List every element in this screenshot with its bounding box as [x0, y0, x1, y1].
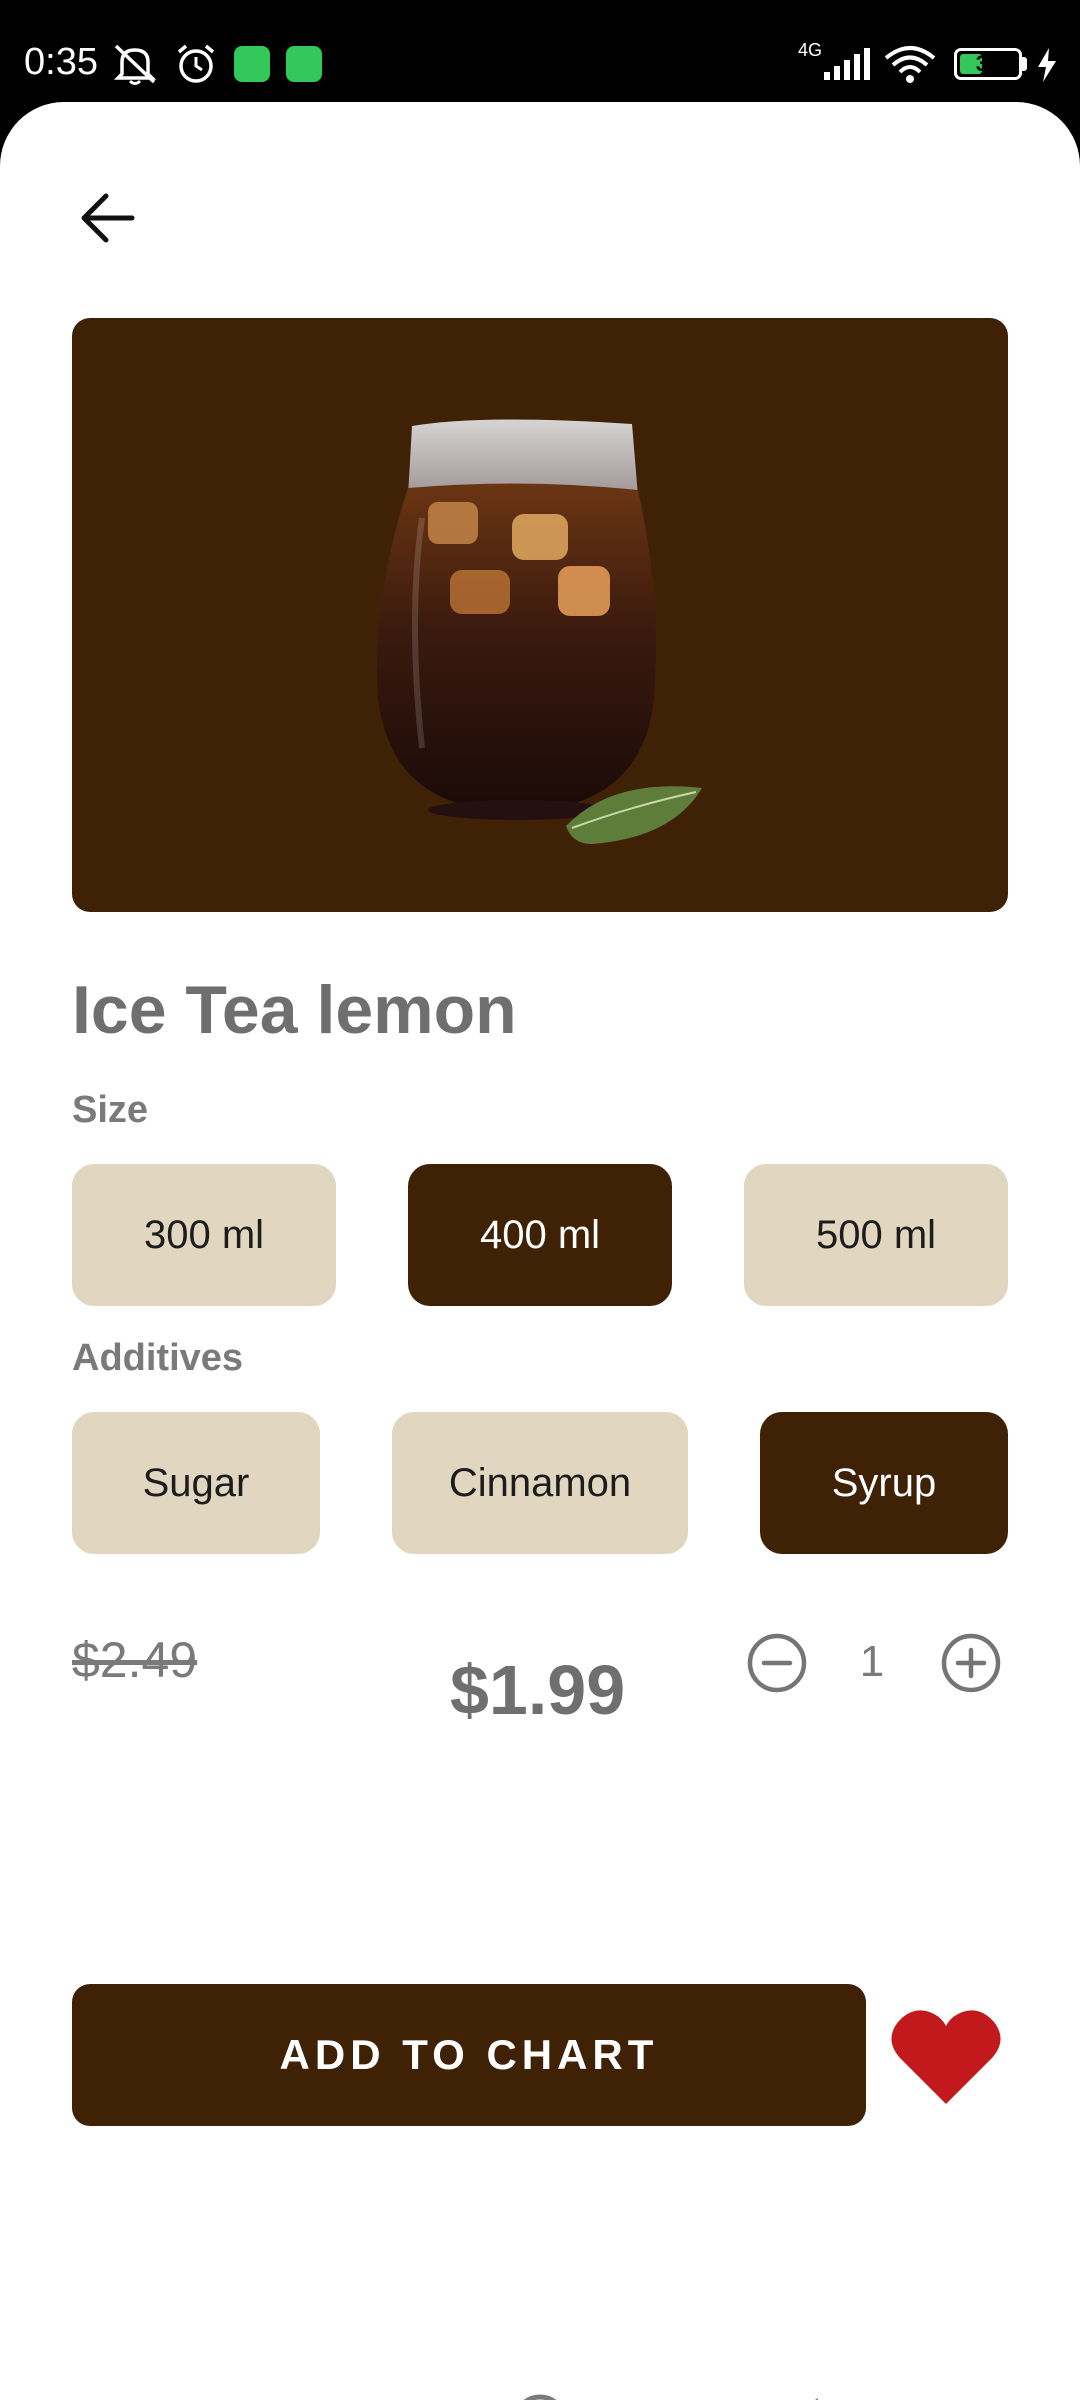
signal-icon [824, 48, 870, 80]
product-title: Ice Tea lemon [72, 972, 517, 1048]
product-detail-sheet: Ice Tea lemon Size 300 ml 400 ml 500 ml … [0, 102, 1080, 2400]
increase-quantity-button[interactable] [940, 1632, 1002, 1694]
quantity-value: 1 [859, 1637, 885, 1686]
additive-option-cinnamon[interactable]: Cinnamon [392, 1412, 688, 1554]
screen: 0:35 4G 39 Ice Tea lemon Size 300 ml 400… [0, 0, 1080, 2400]
heart-icon [891, 2010, 1001, 2104]
system-back-button[interactable] [778, 2396, 822, 2400]
additives-label: Additives [72, 1337, 244, 1379]
charging-icon [1038, 48, 1056, 82]
iced-tea-glass-illustration [377, 419, 702, 844]
size-option-300ml[interactable]: 300 ml [72, 1164, 336, 1306]
wifi-icon [884, 46, 936, 83]
size-option-400ml[interactable]: 400 ml [408, 1164, 672, 1306]
battery-icon: 39 [954, 48, 1022, 80]
status-time: 0:35 [24, 41, 98, 83]
status-bar: 0:35 4G 39 [0, 0, 1080, 102]
product-image [72, 318, 1008, 912]
add-to-cart-button[interactable]: ADD TO CHART [72, 1984, 866, 2126]
size-label: Size [72, 1089, 149, 1131]
arrow-left-icon [81, 193, 135, 243]
additive-option-syrup[interactable]: Syrup [760, 1412, 1008, 1554]
size-option-500ml[interactable]: 500 ml [744, 1164, 1008, 1306]
battery-percent: 39 [975, 51, 1001, 76]
app-badge-icon [234, 46, 270, 82]
additive-option-sugar[interactable]: Sugar [72, 1412, 320, 1554]
decrease-quantity-button[interactable] [746, 1632, 808, 1694]
app-badge-icon [286, 46, 322, 82]
minus-circle-icon [747, 1633, 807, 1693]
battery-tip [1022, 57, 1027, 71]
notifications-muted-icon [113, 44, 157, 85]
home-button[interactable] [510, 2392, 570, 2400]
plus-circle-icon [941, 1633, 1001, 1693]
old-price: $2.49 [72, 1632, 198, 1688]
current-price: $1.99 [450, 1651, 626, 1729]
alarm-icon [177, 44, 215, 83]
network-type: 4G [798, 40, 823, 60]
favorite-button[interactable] [890, 2004, 1002, 2108]
back-button[interactable] [70, 180, 146, 256]
